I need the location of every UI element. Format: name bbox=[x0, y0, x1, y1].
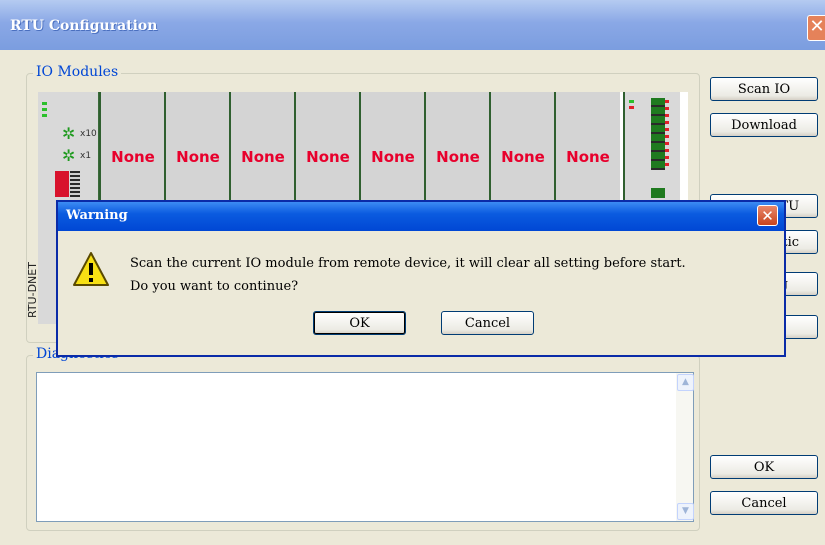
rotary-switch-icon: ✲ bbox=[62, 146, 76, 165]
warning-dialog: Warning ✕ Scan the current IO module fro… bbox=[56, 200, 786, 357]
warning-close-button[interactable]: ✕ bbox=[757, 205, 778, 226]
cancel-button[interactable]: Cancel bbox=[710, 491, 818, 515]
warning-ok-button[interactable]: OK bbox=[313, 311, 406, 335]
warning-icon bbox=[73, 252, 109, 286]
scroll-up-icon[interactable]: ▲ bbox=[677, 374, 694, 391]
terminal-block-icon bbox=[651, 188, 665, 198]
warning-cancel-button[interactable]: Cancel bbox=[441, 311, 534, 335]
rtu-configuration-window: RTU Configuration ✕ IO Modules ✲ x10 ✲ x… bbox=[0, 0, 825, 545]
rotary-switch-label: x10 bbox=[80, 129, 97, 139]
terminal-block-icon bbox=[651, 98, 665, 170]
warning-title: Warning bbox=[66, 208, 128, 223]
rotary-switch-label: x1 bbox=[80, 151, 92, 161]
slot-label: None bbox=[501, 148, 545, 166]
status-led-icon bbox=[42, 114, 47, 117]
status-led-icon bbox=[42, 108, 47, 111]
download-button[interactable]: Download bbox=[710, 113, 818, 137]
warning-title-bar: Warning ✕ bbox=[58, 202, 784, 231]
error-led-icon bbox=[629, 106, 634, 109]
slot-label: None bbox=[241, 148, 285, 166]
scan-io-button[interactable]: Scan IO bbox=[710, 77, 818, 101]
scroll-down-icon[interactable]: ▼ bbox=[677, 503, 694, 520]
diagnostics-textarea[interactable]: ▲ ▼ bbox=[36, 372, 694, 522]
status-led-icon bbox=[629, 100, 634, 103]
slot-label: None bbox=[566, 148, 610, 166]
window-close-button[interactable]: ✕ bbox=[807, 15, 825, 41]
slot-label: None bbox=[111, 148, 155, 166]
ok-button[interactable]: OK bbox=[710, 455, 818, 479]
slot-label: None bbox=[176, 148, 220, 166]
dip-switch-icon bbox=[55, 171, 69, 197]
slot-label: None bbox=[306, 148, 350, 166]
diagnostics-scrollbar[interactable]: ▲ ▼ bbox=[676, 373, 694, 521]
title-bar: RTU Configuration ✕ bbox=[0, 0, 825, 50]
head-module-label: RTU-DNET bbox=[26, 262, 39, 318]
window-title: RTU Configuration bbox=[10, 18, 158, 34]
slot-label: None bbox=[436, 148, 480, 166]
warning-message-line1: Scan the current IO module from remote d… bbox=[130, 256, 686, 271]
warning-message-line2: Do you want to continue? bbox=[130, 279, 299, 294]
connector-icon bbox=[70, 171, 80, 197]
io-modules-label: IO Modules bbox=[33, 64, 122, 80]
terminal-leds-icon bbox=[665, 100, 669, 168]
rotary-switch-icon: ✲ bbox=[62, 124, 76, 143]
slot-label: None bbox=[371, 148, 415, 166]
status-led-icon bbox=[42, 102, 47, 105]
